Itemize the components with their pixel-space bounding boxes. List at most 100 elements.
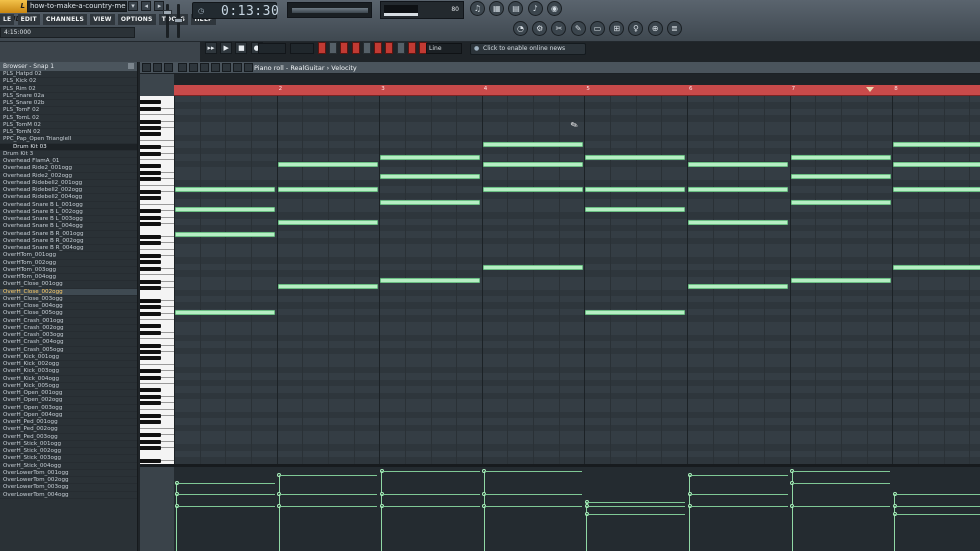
note[interactable] — [893, 142, 980, 148]
velocity-bar[interactable] — [278, 506, 280, 551]
menu-channels[interactable]: CHANNELS — [43, 14, 87, 25]
browser-item[interactable]: Overhead Ridebell2_002ogg — [0, 187, 137, 195]
browser-item[interactable]: OverH_Open_001ogg — [0, 390, 137, 398]
note[interactable] — [790, 200, 891, 206]
note[interactable] — [380, 277, 481, 283]
note[interactable] — [585, 309, 686, 315]
black-key[interactable] — [140, 311, 161, 316]
browser-item[interactable]: PLS_Hatpd 02 — [0, 71, 137, 79]
browser-item[interactable]: PLS_Snare 02a — [0, 93, 137, 100]
black-key[interactable] — [140, 439, 161, 444]
black-key[interactable] — [140, 177, 161, 182]
browser-item[interactable]: OverH_Close_001ogg — [0, 281, 137, 289]
close-icon[interactable] — [128, 63, 134, 69]
online-news-box[interactable]: Click to enable online news — [470, 43, 586, 55]
black-key[interactable] — [140, 330, 161, 335]
cut-icon[interactable]: ✂ — [551, 21, 567, 36]
note[interactable] — [482, 264, 583, 270]
select-icon[interactable]: ▭ — [589, 21, 605, 36]
browser-item[interactable]: PLS_Rim 02 — [0, 86, 137, 93]
note-grid[interactable] — [174, 96, 980, 464]
panel-toggle[interactable] — [340, 42, 349, 54]
black-key[interactable] — [140, 221, 161, 226]
velocity-bar[interactable] — [176, 506, 177, 551]
black-key[interactable] — [140, 100, 161, 105]
browser-item[interactable]: PLS_TomF 02 — [0, 107, 137, 115]
browser-item[interactable]: OverH_Crash_001ogg — [0, 318, 137, 325]
black-key[interactable] — [140, 445, 161, 450]
browser-item[interactable]: OverH_Stick_004ogg — [0, 463, 137, 470]
browser-item[interactable]: OverH_Kick_004ogg — [0, 376, 137, 383]
browser-icon[interactable]: ♪ — [527, 1, 543, 16]
piano-roll-menu-button[interactable] — [142, 63, 151, 72]
note[interactable] — [790, 174, 891, 180]
stop-button[interactable]: ■ — [235, 42, 248, 54]
note[interactable] — [175, 187, 275, 193]
panel-toggle[interactable] — [329, 42, 338, 54]
settings-icon[interactable]: ⚙ — [532, 21, 548, 36]
select-tool-icon[interactable] — [233, 63, 242, 72]
black-key[interactable] — [140, 375, 161, 380]
browser-item[interactable]: Drum Kit 03 — [0, 143, 137, 151]
note[interactable] — [688, 284, 788, 290]
pattern-song-toggle[interactable]: ▸▸ — [205, 42, 217, 54]
browser-item[interactable]: OverHTom_001ogg — [0, 252, 137, 260]
browser-item[interactable]: Overhead Ride2_002ogg — [0, 173, 137, 180]
note[interactable] — [482, 142, 583, 148]
black-key[interactable] — [140, 241, 161, 246]
browser-item[interactable]: OverH_Stick_003ogg — [0, 455, 137, 463]
piano-roll-target[interactable]: Velocity — [331, 64, 357, 72]
black-key[interactable] — [140, 151, 161, 156]
step-sequencer-icon[interactable]: ▦ — [489, 1, 505, 16]
black-key[interactable] — [140, 388, 161, 393]
black-key[interactable] — [140, 413, 161, 418]
master-pitch-knob[interactable] — [174, 18, 183, 23]
note[interactable] — [585, 187, 686, 193]
panel-toggle[interactable] — [374, 42, 383, 54]
browser-item[interactable]: OverH_Ped_002ogg — [0, 426, 137, 434]
note[interactable] — [585, 155, 686, 161]
browser-item[interactable]: OverLowerTom_002ogg — [0, 477, 137, 485]
black-key[interactable] — [140, 215, 161, 220]
black-key[interactable] — [140, 324, 161, 329]
timeline-ruler[interactable]: 2 3 4 5 6 7 8 — [174, 85, 980, 96]
black-key[interactable] — [140, 189, 161, 194]
black-key[interactable] — [140, 253, 161, 258]
note[interactable] — [175, 309, 275, 315]
tempo-display[interactable] — [290, 43, 314, 54]
black-key[interactable] — [140, 279, 161, 284]
black-key[interactable] — [140, 164, 161, 169]
note[interactable] — [688, 161, 788, 167]
browser-item[interactable]: OverH_Stick_001ogg — [0, 441, 137, 448]
browser-item[interactable]: PLS_TomM 02 — [0, 122, 137, 129]
black-key[interactable] — [140, 285, 161, 290]
browser-item[interactable]: OverLowerTom_003ogg — [0, 484, 137, 492]
black-key[interactable] — [140, 106, 161, 111]
piano-keyboard[interactable] — [140, 96, 174, 464]
browser-item[interactable]: Overhead Ridebell2_004ogg — [0, 194, 137, 202]
browser-item[interactable]: Overhead FlamA_01 — [0, 158, 137, 166]
pencil-icon[interactable]: ✎ — [570, 21, 586, 36]
draw-tool-icon[interactable] — [178, 63, 187, 72]
browser-item[interactable]: Overhead Snare B L_004ogg — [0, 223, 137, 231]
menu-view[interactable]: VIEW — [90, 14, 115, 25]
browser-item[interactable]: OverLowerTom_001ogg — [0, 470, 137, 477]
magnet-icon[interactable] — [153, 63, 162, 72]
song-time-display[interactable]: ◷ 0:13:30 — [192, 2, 279, 19]
black-key[interactable] — [140, 266, 161, 271]
velocity-bar[interactable] — [791, 506, 793, 551]
note[interactable] — [277, 219, 378, 225]
browser-item[interactable]: PPC_Pap_Open TriangleII — [0, 136, 137, 144]
browser-item[interactable]: OverH_Kick_002ogg — [0, 361, 137, 369]
browser-item[interactable]: OverH_Crash_005ogg — [0, 347, 137, 354]
panel-toggle[interactable] — [396, 42, 405, 54]
panel-toggle[interactable] — [318, 42, 326, 54]
browser-item[interactable]: OverH_Crash_003ogg — [0, 332, 137, 340]
browser-item[interactable]: PLS_TomL 02 — [0, 115, 137, 122]
list-icon[interactable]: ≣ — [666, 21, 682, 36]
title-prev-button[interactable]: ◂ — [141, 1, 152, 11]
black-key[interactable] — [140, 234, 161, 239]
browser-item[interactable]: Overhead Snare B L_002ogg — [0, 209, 137, 216]
black-key[interactable] — [140, 401, 161, 406]
browser-item[interactable]: PLS_TomN 02 — [0, 129, 137, 137]
